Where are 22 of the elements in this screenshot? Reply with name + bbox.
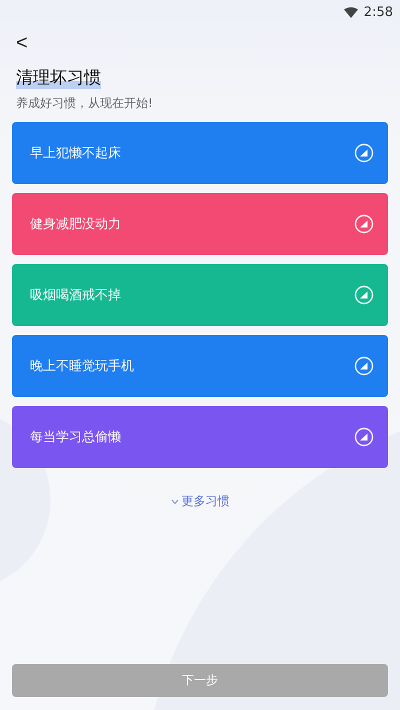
page-subtitle: 养成好习惯，从现在开始! bbox=[16, 95, 153, 112]
circle-check-icon[interactable] bbox=[354, 427, 374, 447]
circle-check-icon[interactable] bbox=[354, 285, 374, 305]
habit-card[interactable]: 每当学习总偷懒 bbox=[12, 406, 388, 468]
habit-card[interactable]: 晚上不睡觉玩手机 bbox=[12, 335, 388, 397]
habit-label: 早上犯懒不起床 bbox=[30, 145, 121, 162]
circle-check-icon[interactable] bbox=[354, 143, 374, 163]
habit-label: 健身减肥没动力 bbox=[30, 216, 121, 233]
habit-label: 晚上不睡觉玩手机 bbox=[30, 358, 134, 375]
back-button[interactable]: < bbox=[16, 30, 28, 56]
habit-card[interactable]: 健身减肥没动力 bbox=[12, 193, 388, 255]
wifi-icon bbox=[344, 6, 358, 18]
circle-check-icon[interactable] bbox=[354, 214, 374, 234]
habit-card[interactable]: 早上犯懒不起床 bbox=[12, 122, 388, 184]
circle-check-icon[interactable] bbox=[354, 356, 374, 376]
more-habits-link[interactable]: 更多习惯 bbox=[164, 492, 236, 511]
chevron-down-icon bbox=[170, 498, 178, 504]
status-time: 2:58 bbox=[364, 4, 393, 20]
page-title: 清理坏习惯 bbox=[16, 66, 101, 89]
habit-card[interactable]: 吸烟喝酒戒不掉 bbox=[12, 264, 388, 326]
habit-label: 吸烟喝酒戒不掉 bbox=[30, 287, 121, 304]
habit-label: 每当学习总偷懒 bbox=[30, 429, 121, 446]
